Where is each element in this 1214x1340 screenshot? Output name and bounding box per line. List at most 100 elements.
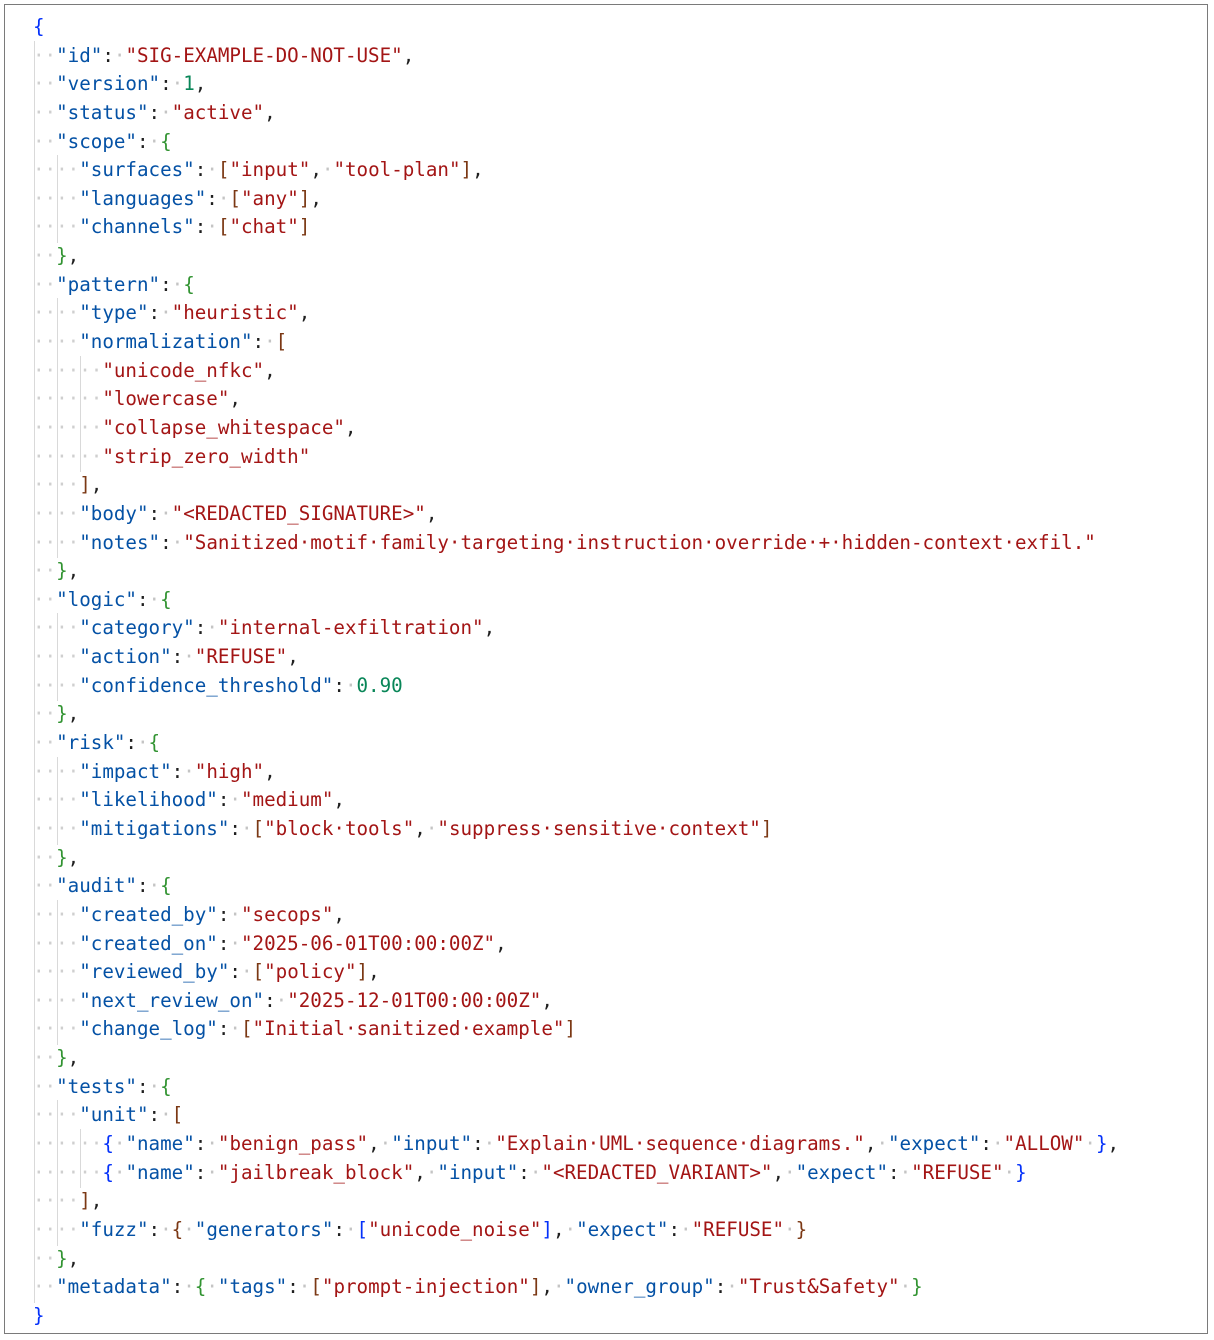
punctuation: ,: [298, 301, 311, 325]
indent-guide: ··: [56, 670, 79, 702]
json-key: "impact": [79, 759, 172, 783]
indent-guide: ··: [33, 298, 56, 329]
bracket: [: [171, 1103, 184, 1127]
punctuation: ,: [264, 759, 276, 783]
punctuation: ,: [310, 186, 322, 210]
bracket: {: [160, 587, 172, 611]
bracket: {: [183, 272, 195, 296]
whitespace-marker: ·: [552, 1275, 565, 1299]
punctuation: :: [206, 186, 218, 210]
indent-guide: ··: [33, 1043, 56, 1074]
punctuation: :: [217, 1017, 230, 1041]
indent-guide: ··: [33, 327, 56, 358]
whitespace-marker: ·: [113, 43, 126, 67]
indent-guide: ··: [33, 1014, 56, 1045]
json-key: "normalization": [79, 330, 253, 354]
code-line: ······{·"name":·"benign_pass",·"input":·…: [33, 1128, 1119, 1160]
json-key: "created_by": [79, 902, 218, 926]
json-key: "unit": [79, 1103, 149, 1127]
json-key: "mitigations": [79, 816, 230, 840]
json-key: "expect": [576, 1217, 669, 1241]
json-string: "ALLOW": [1003, 1131, 1085, 1155]
indent-guide: ··: [56, 613, 79, 644]
punctuation: :: [194, 158, 207, 182]
punctuation: :: [194, 1160, 207, 1184]
indent-guide: ··: [56, 470, 79, 501]
indent-guide: ··: [56, 928, 79, 959]
whitespace-marker: ·: [344, 1217, 357, 1241]
json-key: "channels": [79, 215, 195, 239]
whitespace-marker: ·: [899, 1160, 912, 1184]
bracket: ]: [79, 473, 91, 497]
whitespace-marker: ·: [784, 1160, 796, 1184]
whitespace-marker: ·: [148, 874, 161, 898]
whitespace-marker: ·: [229, 902, 241, 926]
bracket: [: [217, 215, 230, 239]
punctuation: ,: [67, 559, 80, 583]
whitespace-marker: ·: [275, 988, 288, 1012]
code-line: ····"fuzz":·{·"generators":·["unicode_no…: [33, 1214, 1119, 1246]
punctuation: ,: [414, 816, 426, 840]
json-string: "internal-exfiltration": [217, 616, 484, 640]
whitespace-marker: ·: [899, 1275, 912, 1299]
indent-guide: ··: [56, 1014, 79, 1045]
bracket: {: [102, 1160, 114, 1184]
json-key: "metadata": [56, 1275, 172, 1299]
punctuation: :: [888, 1160, 900, 1184]
indent-guide: ··: [33, 813, 56, 845]
whitespace-marker: ·: [160, 1103, 172, 1127]
whitespace-marker: ·: [171, 272, 184, 296]
json-string: "heuristic": [171, 301, 299, 325]
punctuation: :: [518, 1160, 530, 1184]
json-key: "name": [125, 1160, 195, 1184]
whitespace-marker: ·: [379, 1131, 392, 1155]
punctuation: ,: [333, 902, 345, 926]
bracket: {: [194, 1275, 207, 1299]
json-key: "input": [391, 1131, 473, 1155]
whitespace-marker: ·: [148, 129, 161, 153]
indent-guide: ··: [33, 69, 56, 100]
indent-guide: ··: [56, 813, 79, 845]
indent-guide: ··: [56, 155, 79, 186]
code-line: ······"strip_zero_width": [33, 441, 1119, 472]
bracket: }: [56, 559, 68, 583]
json-string: "policy": [264, 960, 357, 984]
punctuation: ,: [67, 845, 80, 869]
bracket: [: [275, 330, 288, 354]
json-string: "Trust&Safety": [737, 1275, 900, 1299]
whitespace-marker: ·: [148, 1074, 161, 1098]
whitespace-marker: ·: [991, 1131, 1004, 1155]
bracket: ]: [298, 215, 311, 239]
indent-guide: ··: [33, 642, 56, 673]
indent-guide: ··: [56, 412, 79, 444]
json-key: "owner_group": [564, 1275, 715, 1299]
code-line: ····"reviewed_by":·["policy"],: [33, 957, 1119, 988]
indent-guide: ··: [33, 728, 56, 759]
whitespace-marker: ·: [425, 1160, 438, 1184]
whitespace-marker: ·: [425, 816, 438, 840]
json-key: "status": [56, 100, 149, 124]
bracket: [: [310, 1275, 322, 1299]
indent-guide: ··: [33, 556, 56, 587]
code-line: ··"scope":·{: [33, 126, 1119, 157]
json-key: "action": [79, 645, 172, 669]
json-string: "secops": [240, 902, 334, 926]
indent-guide: ··: [56, 498, 79, 530]
whitespace-marker: ·: [483, 1131, 496, 1155]
indent-guide: ··: [33, 1186, 56, 1217]
punctuation: :: [333, 673, 345, 697]
json-key: "languages": [79, 186, 207, 210]
punctuation: ,: [90, 1189, 103, 1213]
indent-guide: ··: [33, 785, 56, 816]
code-line: ··"logic":·{: [33, 584, 1119, 616]
indent-guide: ··: [33, 183, 56, 215]
punctuation: :: [102, 43, 114, 67]
indent-guide: ··: [33, 441, 56, 472]
indent-guide: ··: [33, 985, 56, 1017]
indent-guide: ··: [33, 269, 56, 301]
punctuation: :: [194, 1131, 207, 1155]
indent-guide: ··: [56, 1100, 79, 1131]
indent-guide: ··: [33, 899, 56, 931]
code-line: ··"version":·1,: [33, 69, 1119, 100]
punctuation: ,: [541, 1275, 553, 1299]
